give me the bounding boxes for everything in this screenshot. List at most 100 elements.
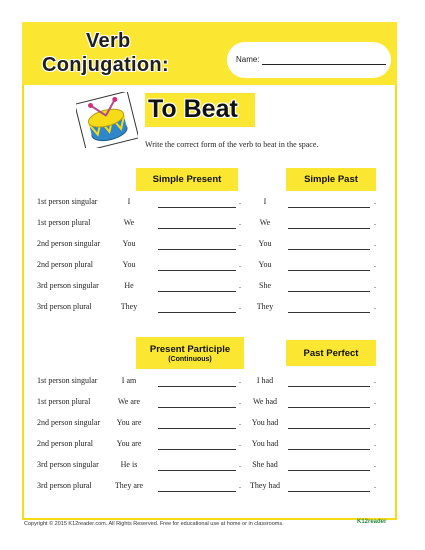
- copyright-footer: Copyright © 2015 K12reader.com. All Righ…: [24, 521, 284, 527]
- name-input-line[interactable]: [262, 64, 386, 65]
- right-answer-blank[interactable]: [288, 407, 370, 408]
- right-pronoun: They: [256, 302, 274, 311]
- right-answer-blank[interactable]: [288, 228, 370, 229]
- right-period: .: [374, 260, 376, 269]
- left-pronoun: I: [127, 197, 131, 206]
- right-period: .: [374, 239, 376, 248]
- right-pronoun: We had: [252, 397, 277, 406]
- right-pronoun: They had: [250, 481, 280, 490]
- left-answer-blank[interactable]: [158, 470, 236, 471]
- right-answer-blank[interactable]: [288, 386, 370, 387]
- right-answer-blank[interactable]: [288, 291, 370, 292]
- right-period: .: [374, 197, 376, 206]
- left-answer-blank[interactable]: [158, 207, 236, 208]
- person-label: 3rd person singular: [37, 281, 99, 290]
- right-pronoun: She: [259, 281, 271, 290]
- right-pronoun: She had: [252, 460, 278, 469]
- left-answer-blank[interactable]: [158, 249, 236, 250]
- left-answer-blank[interactable]: [158, 312, 236, 313]
- verb-title: To Beat: [148, 95, 238, 123]
- right-period: .: [374, 302, 376, 311]
- left-pronoun: We: [123, 218, 135, 227]
- left-pronoun: He: [124, 281, 134, 290]
- right-answer-blank[interactable]: [288, 428, 370, 429]
- left-answer-blank[interactable]: [158, 291, 236, 292]
- worksheet-title-line1: Verb: [86, 30, 131, 52]
- right-answer-blank[interactable]: [288, 249, 370, 250]
- person-label: 3rd person singular: [37, 460, 99, 469]
- left-period: .: [239, 302, 241, 311]
- right-period: .: [374, 281, 376, 290]
- right-period: .: [374, 439, 376, 448]
- left-answer-blank[interactable]: [158, 386, 236, 387]
- person-label: 1st person plural: [37, 218, 91, 227]
- right-period: .: [374, 481, 376, 490]
- left-pronoun: You: [122, 239, 136, 248]
- header-label: Simple Past: [304, 174, 358, 185]
- person-label: 2nd person plural: [37, 439, 93, 448]
- left-pronoun: He is: [120, 460, 138, 469]
- right-answer-blank[interactable]: [288, 312, 370, 313]
- header-label: Present Participle: [149, 343, 231, 355]
- right-answer-blank[interactable]: [288, 207, 370, 208]
- right-pronoun: I: [263, 197, 267, 206]
- left-answer-blank[interactable]: [158, 228, 236, 229]
- right-period: .: [374, 218, 376, 227]
- left-pronoun: You are: [116, 418, 142, 427]
- left-period: .: [239, 281, 241, 290]
- header-present-participle: Present Participle (Continuous): [136, 337, 244, 369]
- left-answer-blank[interactable]: [158, 407, 236, 408]
- right-pronoun: You had: [251, 418, 279, 427]
- right-pronoun: I had: [256, 376, 274, 385]
- publisher-logo: K12reader: [357, 519, 387, 525]
- left-answer-blank[interactable]: [158, 491, 236, 492]
- right-pronoun: You: [258, 260, 272, 269]
- header-simple-past: Simple Past: [286, 168, 376, 191]
- left-period: .: [239, 376, 241, 385]
- header-label: Simple Present: [152, 174, 222, 185]
- left-period: .: [239, 239, 241, 248]
- left-period: .: [239, 397, 241, 406]
- right-answer-blank[interactable]: [288, 449, 370, 450]
- left-period: .: [239, 197, 241, 206]
- left-period: .: [239, 260, 241, 269]
- header-past-perfect: Past Perfect: [286, 340, 376, 366]
- left-pronoun: You are: [116, 439, 142, 448]
- person-label: 2nd person singular: [37, 418, 101, 427]
- right-period: .: [374, 376, 376, 385]
- person-label: 1st person singular: [37, 376, 98, 385]
- right-answer-blank[interactable]: [288, 470, 370, 471]
- left-answer-blank[interactable]: [158, 428, 236, 429]
- person-label: 1st person plural: [37, 397, 91, 406]
- name-label: Name:: [236, 55, 260, 64]
- person-label: 2nd person plural: [37, 260, 93, 269]
- right-answer-blank[interactable]: [288, 270, 370, 271]
- right-period: .: [374, 397, 376, 406]
- header-label: Past Perfect: [303, 347, 359, 359]
- left-period: .: [239, 481, 241, 490]
- right-answer-blank[interactable]: [288, 491, 370, 492]
- left-period: .: [239, 418, 241, 427]
- left-answer-blank[interactable]: [158, 449, 236, 450]
- left-pronoun: They: [120, 302, 138, 311]
- left-period: .: [239, 460, 241, 469]
- person-label: 3rd person plural: [37, 302, 92, 311]
- right-period: .: [374, 460, 376, 469]
- left-period: .: [239, 218, 241, 227]
- header-sublabel: (Continuous): [168, 355, 212, 363]
- right-period: .: [374, 418, 376, 427]
- right-pronoun: You: [258, 239, 272, 248]
- instruction-text: Write the correct form of the verb to be…: [145, 140, 319, 149]
- left-pronoun: We are: [117, 397, 141, 406]
- person-label: 1st person singular: [37, 197, 98, 206]
- worksheet-title-line2: Conjugation:: [42, 54, 169, 76]
- person-label: 2nd person singular: [37, 239, 101, 248]
- left-period: .: [239, 439, 241, 448]
- left-pronoun: They are: [114, 481, 144, 490]
- left-pronoun: You: [122, 260, 136, 269]
- header-simple-present: Simple Present: [136, 168, 238, 191]
- left-pronoun: I am: [121, 376, 137, 385]
- right-pronoun: We: [259, 218, 271, 227]
- person-label: 3rd person plural: [37, 481, 92, 490]
- left-answer-blank[interactable]: [158, 270, 236, 271]
